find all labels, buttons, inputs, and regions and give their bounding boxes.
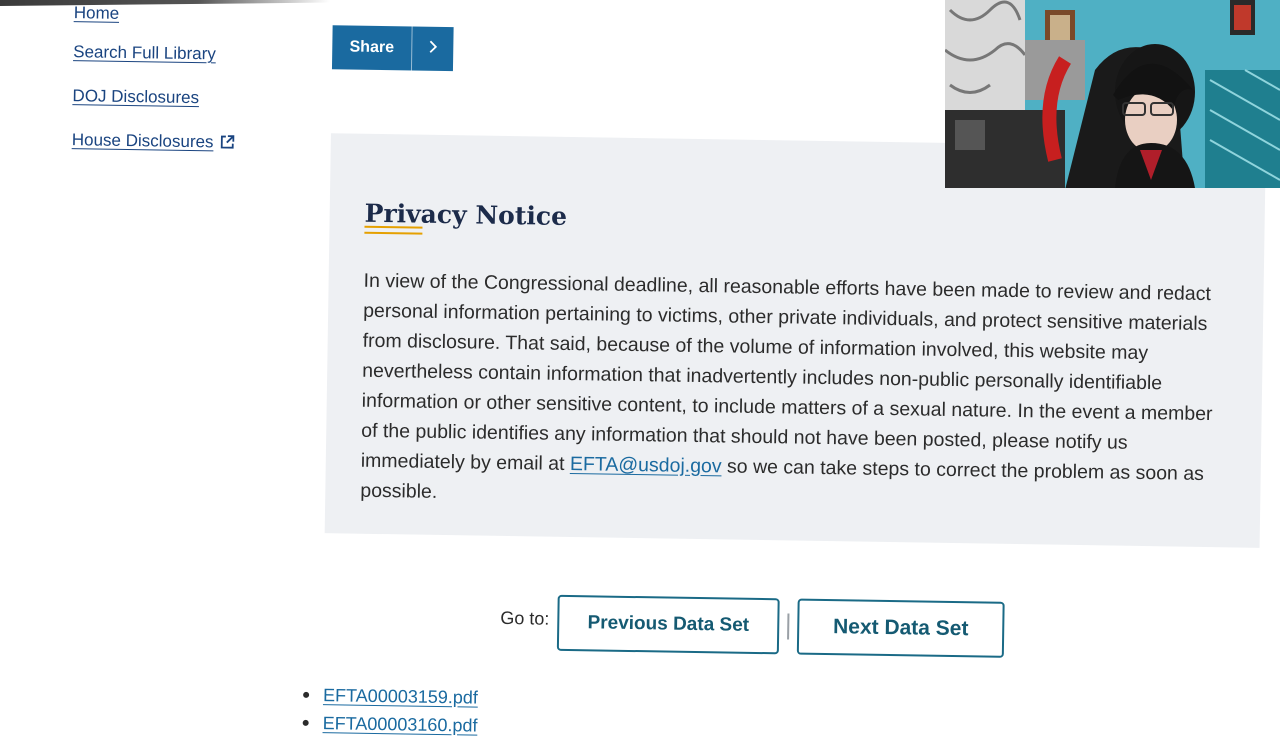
dataset-navigation: Go to: Previous Data Set Next Data Set — [500, 594, 1005, 658]
share-button[interactable]: Share — [331, 25, 454, 72]
privacy-notice-panel: Privacy Notice In view of the Congressio… — [324, 133, 1266, 548]
sidebar-item-doj-disclosures[interactable]: DOJ Disclosures — [72, 86, 199, 108]
sidebar-item-label: House Disclosures — [71, 130, 214, 152]
file-list: EFTA00003159.pdf EFTA00003160.pdf — [302, 681, 479, 740]
file-link[interactable]: EFTA00003159.pdf — [323, 685, 478, 707]
sidebar-item-house-disclosures[interactable]: House Disclosures — [72, 130, 235, 155]
sidebar-item-search-full-library[interactable]: Search Full Library — [73, 42, 216, 64]
sidebar-item-home[interactable]: Home — [74, 3, 120, 24]
share-button-label: Share — [349, 38, 395, 57]
previous-data-set-button[interactable]: Previous Data Set — [556, 594, 780, 655]
external-link-icon — [219, 134, 235, 154]
chevron-right-icon — [412, 39, 453, 59]
goto-label: Go to: — [500, 607, 550, 629]
file-link[interactable]: EFTA00003160.pdf — [323, 713, 478, 735]
title-accent-rule — [364, 225, 423, 235]
nav-separator — [787, 613, 790, 640]
next-data-set-button[interactable]: Next Data Set — [796, 598, 1005, 658]
email-link[interactable]: EFTA@usdoj.gov — [570, 453, 722, 477]
privacy-notice-body: In view of the Congressional deadline, a… — [360, 265, 1219, 518]
notice-text-before-email: In view of the Congressional deadline, a… — [360, 269, 1213, 475]
list-item: EFTA00003160.pdf — [302, 709, 478, 740]
webcam-feed-image — [945, 0, 1280, 188]
list-item: EFTA00003159.pdf — [303, 681, 478, 712]
webcam-overlay — [945, 0, 1280, 188]
